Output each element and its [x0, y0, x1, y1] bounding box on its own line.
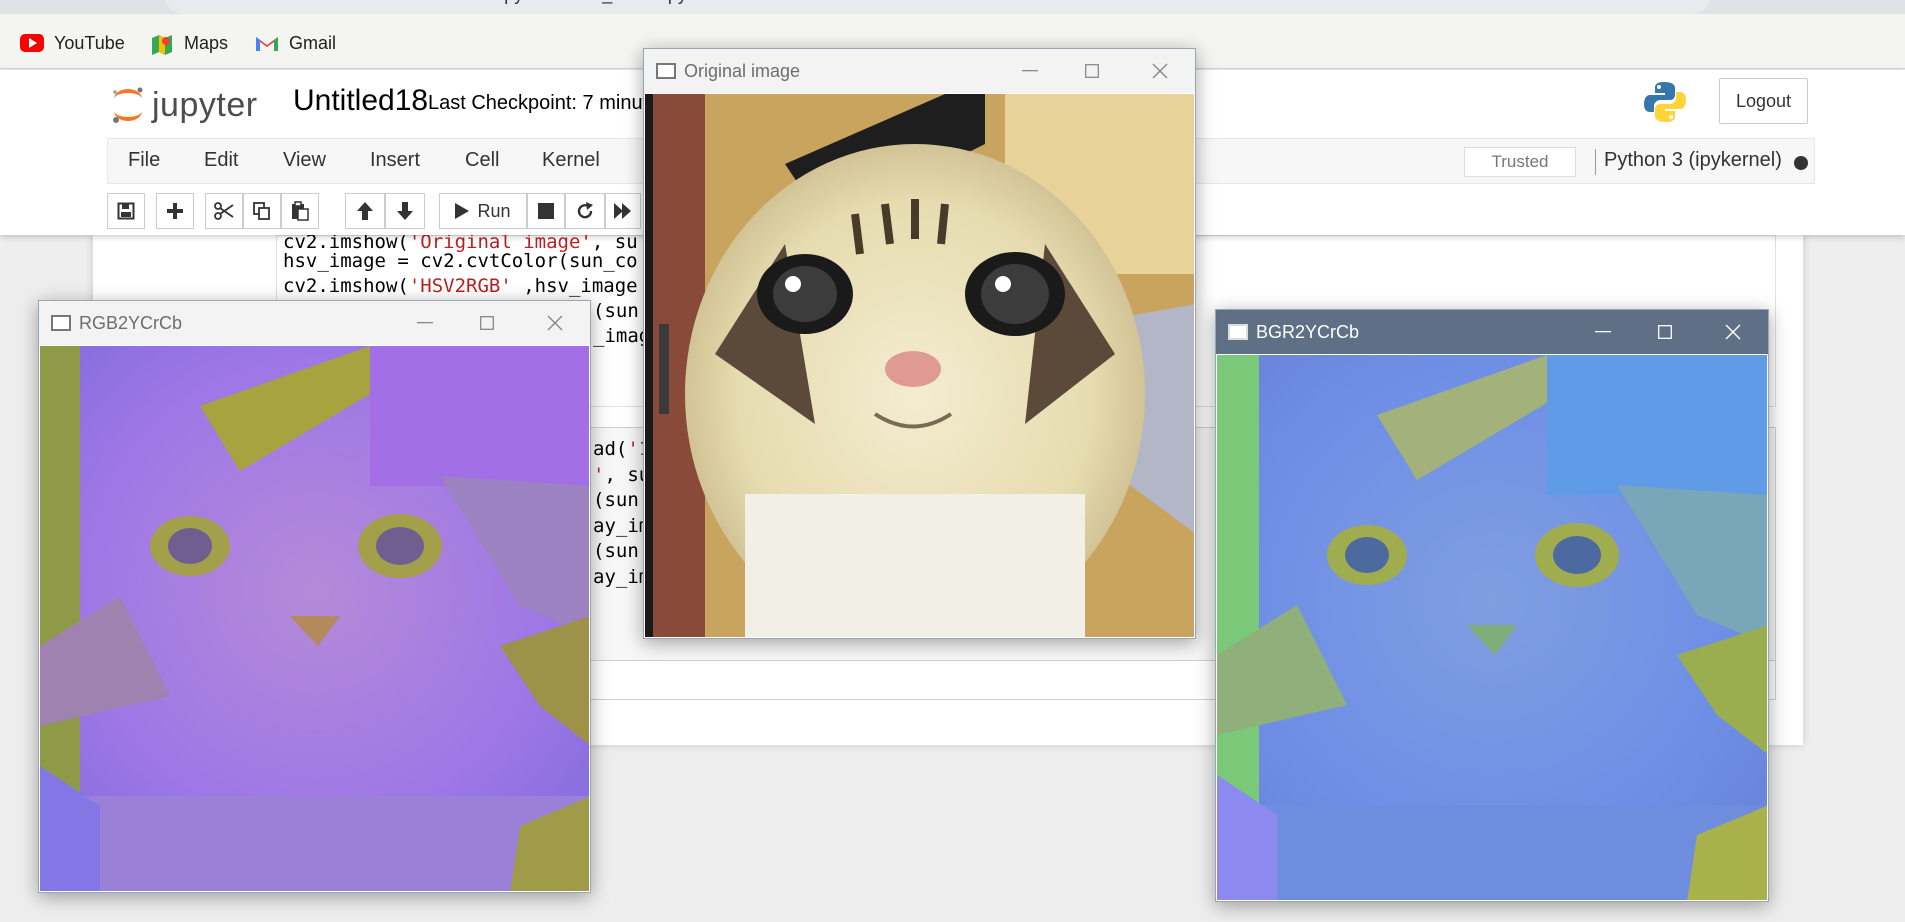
copy-button[interactable]: [243, 193, 281, 229]
close-button[interactable]: [1718, 318, 1748, 346]
app-icon: [1228, 324, 1248, 340]
maximize-icon: [1085, 64, 1099, 78]
code-line-6: ad('1: [593, 438, 651, 460]
minimize-icon: [417, 322, 433, 324]
maximize-button[interactable]: [1077, 57, 1107, 85]
window-bgr2ycrcb[interactable]: BGR2YCrCb: [1215, 309, 1769, 902]
kernel-status-icon: [1794, 156, 1808, 170]
menu-cell[interactable]: Cell: [465, 149, 499, 172]
bookmark-maps[interactable]: Maps: [150, 30, 228, 56]
close-icon: [547, 315, 563, 331]
bookmark-label: Maps: [184, 32, 229, 53]
checkpoint-status: Last Checkpoint: 7 minut: [428, 92, 649, 114]
maximize-icon: [1658, 325, 1672, 339]
browser-tabstrip: localhost:8888/notebooks/Untitled18.ipyn…: [0, 0, 1905, 14]
stop-icon: [538, 203, 554, 219]
code-line-8: (sun: [593, 489, 639, 511]
window-titlebar[interactable]: Original image: [644, 49, 1195, 93]
bookmark-youtube[interactable]: YouTube: [20, 30, 125, 56]
paste-icon: [292, 201, 309, 221]
minimize-icon: [1022, 70, 1038, 72]
bookmark-gmail[interactable]: Gmail: [255, 30, 336, 56]
window-original-image[interactable]: Original image: [643, 48, 1196, 639]
restart-button[interactable]: [565, 193, 605, 229]
jupyter-icon: [113, 87, 143, 123]
logout-button[interactable]: Logout: [1719, 78, 1808, 124]
close-icon: [1152, 63, 1168, 79]
trusted-badge[interactable]: Trusted: [1464, 147, 1576, 177]
menu-view[interactable]: View: [283, 149, 326, 172]
maximize-button[interactable]: [1650, 318, 1680, 346]
window-title: Original image: [684, 61, 801, 81]
bookmark-label: YouTube: [54, 32, 125, 53]
cut-button[interactable]: [205, 193, 243, 229]
move-up-button[interactable]: [345, 193, 385, 229]
code-line-4: (sun: [593, 300, 639, 322]
move-down-button[interactable]: [385, 193, 425, 229]
app-icon: [51, 315, 71, 331]
window-titlebar[interactable]: RGB2YCrCb: [39, 301, 590, 345]
paste-button[interactable]: [281, 193, 319, 229]
code-line-10: (sun: [593, 540, 639, 562]
rgb2ycrcb-image: [40, 346, 589, 891]
close-button[interactable]: [1145, 57, 1175, 85]
bgr2ycrcb-image: [1217, 355, 1767, 900]
run-button[interactable]: Run: [439, 193, 527, 229]
bookmark-label: Gmail: [289, 32, 337, 53]
arrow-up-icon: [357, 202, 373, 220]
maximize-button[interactable]: [472, 309, 502, 337]
run-label: Run: [477, 200, 511, 221]
python-icon: [1644, 82, 1686, 122]
code-line-11: ay_im: [593, 566, 651, 588]
code-line-2: hsv_image = cv2.cvtColor(sun_co: [283, 250, 638, 272]
menu-kernel[interactable]: Kernel: [542, 149, 600, 172]
close-button[interactable]: [540, 309, 570, 337]
restart-icon: [577, 202, 593, 219]
copy-icon: [253, 202, 270, 220]
minimize-button[interactable]: [1015, 57, 1045, 85]
interrupt-button[interactable]: [527, 193, 565, 229]
menu-file[interactable]: File: [128, 149, 160, 172]
minimize-button[interactable]: [410, 309, 440, 337]
fast-forward-icon: [614, 203, 631, 219]
plus-icon: [167, 203, 183, 219]
close-icon: [1725, 324, 1741, 340]
jupyter-wordmark: jupyter: [152, 85, 258, 124]
window-title: BGR2YCrCb: [1256, 322, 1360, 342]
kernel-name[interactable]: Python 3 (ipykernel): [1604, 149, 1782, 172]
menu-edit[interactable]: Edit: [204, 149, 238, 172]
minimize-icon: [1595, 331, 1611, 333]
window-title: RGB2YCrCb: [79, 313, 183, 333]
maximize-icon: [480, 316, 494, 330]
divider: [1595, 149, 1596, 175]
app-icon: [656, 63, 676, 79]
save-icon: [117, 202, 135, 220]
code-line-3: cv2.imshow('HSV2RGB' ,hsv_image: [283, 275, 638, 297]
window-titlebar[interactable]: BGR2YCrCb: [1216, 310, 1768, 354]
gmail-icon: [255, 34, 279, 52]
code-line-5: _imag: [593, 325, 651, 347]
jupyter-logo[interactable]: jupyter: [110, 80, 258, 130]
scissors-icon: [214, 202, 234, 220]
window-rgb2ycrcb[interactable]: RGB2YCrCb: [38, 300, 591, 893]
play-icon: [455, 203, 470, 219]
notebook-title[interactable]: Untitled18: [293, 84, 428, 118]
youtube-icon: [20, 34, 44, 52]
minimize-button[interactable]: [1588, 318, 1618, 346]
arrow-down-icon: [397, 202, 413, 220]
code-line-9: ay_im: [593, 515, 651, 537]
code-line-7: ', su: [593, 464, 651, 486]
original-cat-image: [645, 94, 1194, 637]
maps-icon: [150, 34, 174, 55]
menu-insert[interactable]: Insert: [370, 149, 420, 172]
fast-forward-button[interactable]: [605, 193, 641, 229]
insert-cell-button[interactable]: [156, 193, 194, 229]
address-bar[interactable]: localhost:8888/notebooks/Untitled18.ipyn…: [165, 0, 1710, 14]
save-button[interactable]: [107, 193, 145, 229]
